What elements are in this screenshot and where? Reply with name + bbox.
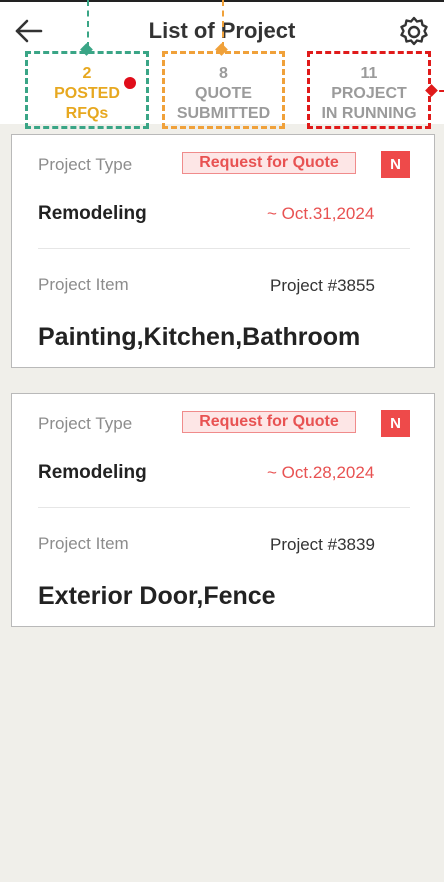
tab-quote-submitted[interactable]: 8 QUOTE SUBMITTED bbox=[162, 51, 285, 129]
project-item-label: Project Item bbox=[38, 534, 129, 553]
tab-label-line2: SUBMITTED bbox=[176, 105, 271, 122]
project-type-label: Project Type bbox=[38, 414, 133, 433]
app-header: List of Project 2 POSTED RFQs 8 QUOTE SU… bbox=[0, 0, 444, 129]
new-badge: N bbox=[381, 410, 410, 437]
tab-posted-rfqs[interactable]: 2 POSTED RFQs bbox=[25, 51, 149, 129]
tab-label-line2: RFQs bbox=[65, 105, 109, 122]
status-badge: Request for Quote bbox=[182, 152, 356, 174]
project-type-label: Project Type bbox=[38, 155, 133, 174]
project-items: Painting,Kitchen,Bathroom bbox=[38, 323, 361, 351]
project-card[interactable]: Project Type Request for Quote N Remodel… bbox=[11, 393, 435, 627]
due-date: ~ Oct.31,2024 bbox=[267, 204, 375, 223]
tab-count: 8 bbox=[219, 65, 228, 82]
project-type-value: Remodeling bbox=[38, 203, 147, 224]
card-divider bbox=[38, 248, 410, 249]
tab-label-line2: IN RUNNING bbox=[321, 105, 417, 122]
project-card[interactable]: Project Type Request for Quote N Remodel… bbox=[11, 134, 435, 368]
tab-label-line1: QUOTE bbox=[195, 85, 252, 102]
project-number: Project #3855 bbox=[270, 276, 375, 295]
callout-line-green bbox=[87, 0, 89, 48]
new-badge: N bbox=[381, 151, 410, 178]
project-type-value: Remodeling bbox=[38, 462, 147, 483]
callout-line-orange bbox=[222, 0, 224, 48]
project-item-label: Project Item bbox=[38, 275, 129, 294]
card-divider bbox=[38, 507, 410, 508]
gear-icon bbox=[400, 16, 428, 46]
tab-count: 11 bbox=[360, 65, 378, 82]
tab-project-in-running[interactable]: 11 PROJECT IN RUNNING bbox=[307, 51, 431, 129]
tab-label-line1: PROJECT bbox=[331, 85, 407, 102]
notification-dot bbox=[124, 77, 136, 89]
status-badge: Request for Quote bbox=[182, 411, 356, 433]
due-date: ~ Oct.28,2024 bbox=[267, 463, 375, 482]
project-items: Exterior Door,Fence bbox=[38, 582, 276, 610]
project-number: Project #3839 bbox=[270, 535, 375, 554]
settings-button[interactable] bbox=[396, 14, 432, 50]
